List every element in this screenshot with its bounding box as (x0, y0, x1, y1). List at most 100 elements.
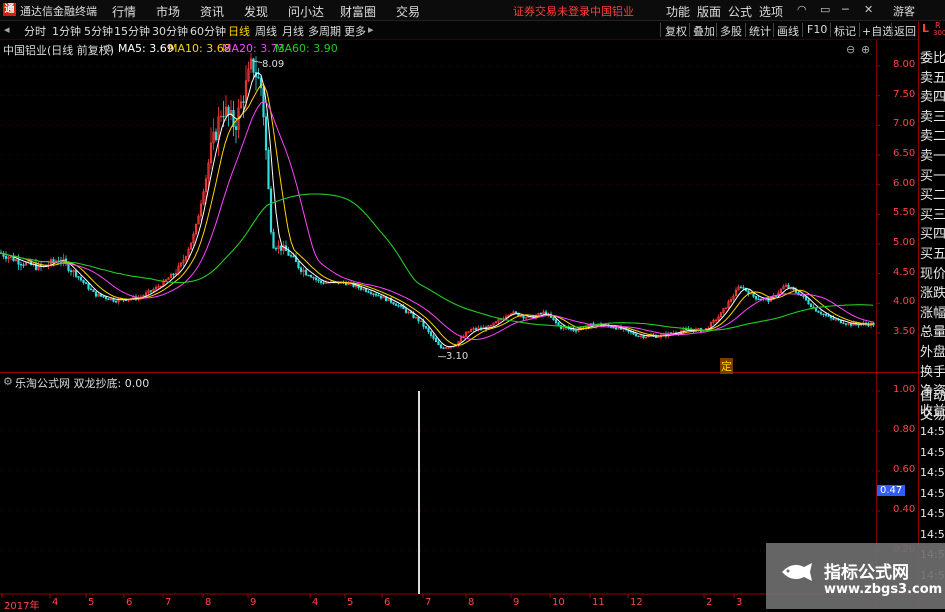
indicator-settings-icon[interactable]: ⚙ (3, 375, 13, 388)
sidebar-quote-label: 现价 (920, 266, 945, 282)
candle-body (222, 115, 225, 118)
candle-body (399, 305, 403, 307)
indicator-tick-label: 0.40 (893, 504, 916, 515)
kline-chart[interactable] (0, 0, 918, 609)
candle-body (804, 296, 808, 301)
candle-body (372, 293, 375, 295)
sidebar-quote-label: 涨幅 (920, 305, 945, 321)
time-axis-label: 5 (347, 597, 354, 608)
candle-body (809, 303, 813, 308)
tick-time-label: 14:56 (920, 486, 945, 500)
high-price-label: 8.09 (262, 59, 285, 70)
candle-body (552, 317, 555, 321)
tick-time-label: 14:56 (920, 445, 945, 459)
price-tick-label: 4.50 (893, 266, 916, 278)
candle-body (374, 293, 378, 296)
candle-body (94, 291, 98, 297)
sidebar-quote-label: 卖二 (920, 129, 945, 145)
candle-body (369, 292, 373, 295)
candle-body (379, 295, 383, 299)
candle-body (304, 269, 308, 276)
sidebar-quote-label: 委比 (920, 51, 945, 66)
candle-body (312, 276, 315, 279)
candle-body (292, 255, 295, 258)
auto-trade-label[interactable]: 交易 (920, 404, 945, 423)
low-price-label: 3.10 (446, 351, 469, 362)
event-marker[interactable]: 定 (720, 358, 733, 374)
candle-body (514, 311, 518, 314)
candle-body (437, 341, 440, 346)
candle-body (394, 303, 398, 306)
watermark-url: www.zbgs3.com (824, 582, 943, 597)
candle-body (827, 315, 830, 317)
time-axis-label: 7 (425, 597, 432, 608)
price-tick-label: 5.00 (893, 237, 916, 248)
time-axis-label: 8 (468, 597, 475, 608)
indicator-value-badge: 0.47 (877, 485, 906, 496)
indicator-title: 乐淘公式网 双龙抄底: 0.00 (15, 377, 150, 390)
candle-body (844, 323, 848, 325)
candle-body (832, 317, 835, 320)
candle-body (642, 335, 645, 339)
candle-body (149, 290, 153, 292)
candle-body (77, 276, 80, 278)
candle-body (309, 275, 313, 278)
time-axis-label: 7 (165, 597, 172, 608)
candle-body (299, 267, 303, 272)
auto-trade-label[interactable]: 自动 (920, 385, 945, 404)
candle-body (114, 301, 118, 303)
price-axis-border (876, 40, 877, 609)
candle-body (84, 282, 88, 284)
price-tick-label: 8.00 (893, 59, 916, 70)
candle-body (574, 330, 578, 332)
candle-body (4, 255, 8, 259)
tick-time-label: 14:56 (920, 507, 945, 520)
candle-body (69, 270, 73, 273)
candle-body (424, 326, 428, 329)
sidebar-quote-label: 总量 (920, 325, 945, 341)
candle-body (557, 322, 560, 326)
sidebar-quote-label: 换手 (920, 364, 945, 380)
candle-body (752, 292, 755, 297)
candle-body (79, 277, 83, 281)
candle-body (107, 298, 110, 301)
candle-body (89, 288, 93, 291)
candle-body (819, 312, 823, 315)
indicator-tick-label: 0.60 (893, 464, 916, 475)
sidebar-quote-label: 买一 (920, 168, 945, 184)
candle-body (817, 310, 820, 313)
sidebar-quote-label: 买四 (920, 227, 945, 243)
candle-body (739, 286, 743, 288)
candle-body (104, 296, 108, 299)
candle-body (554, 319, 558, 324)
fish-logo-icon (782, 563, 812, 581)
candle-body (754, 296, 758, 300)
price-tick-label: 3.50 (893, 326, 916, 337)
candle-body (317, 279, 320, 282)
indicator-tick-label: 0.80 (893, 424, 916, 435)
corner-num-label: 300 (933, 29, 945, 37)
candle-body (257, 76, 260, 79)
candle-body (397, 305, 400, 307)
indicator-tick-label: 1.00 (893, 384, 916, 395)
candle-body (264, 116, 268, 151)
price-tick-label: 4.00 (893, 296, 916, 308)
candle-body (19, 264, 23, 266)
ma10-line (0, 84, 874, 346)
candle-body (234, 126, 238, 130)
candle-body (442, 347, 445, 349)
candle-body (842, 322, 845, 325)
candle-body (307, 274, 310, 277)
candle-body (92, 289, 95, 292)
time-axis-label: 2 (706, 597, 713, 608)
candle-body (269, 188, 273, 233)
time-axis-label: 6 (126, 597, 133, 608)
candle-body (87, 283, 90, 290)
candle-body (314, 277, 318, 281)
candle-body (17, 259, 20, 265)
candle-body (432, 335, 435, 339)
candle-body (272, 231, 275, 249)
candle-body (287, 250, 290, 256)
candle-body (22, 264, 25, 266)
candle-body (82, 279, 85, 283)
